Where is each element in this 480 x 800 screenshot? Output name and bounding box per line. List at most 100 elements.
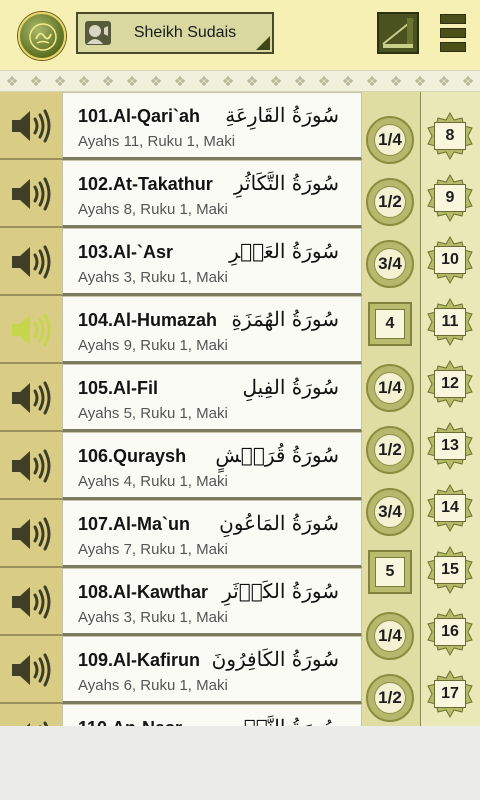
surah-title: 104.Al-Humazah [78, 310, 218, 330]
menu-icon[interactable] [440, 14, 466, 54]
hizb-label: 1/2 [374, 186, 406, 218]
juz-number: 17 [434, 680, 466, 708]
surah-title: 101.Al-Qari`ah [78, 106, 201, 126]
play-speaker-button[interactable] [0, 160, 62, 228]
juz-marker: 13 [424, 422, 476, 470]
juz-marker: 15 [424, 546, 476, 594]
hizb-marker: 5 [368, 550, 412, 594]
hizb-marker: 1/2 [366, 178, 414, 226]
pattern-ornament-icon: ❖ [437, 73, 451, 89]
pattern-ornament-icon: ❖ [245, 73, 259, 89]
play-speaker-button[interactable] [0, 228, 62, 296]
surah-card[interactable]: 109.Al-Kafirun Ayahs 6, Ruku 1, Maki سُورَ… [62, 636, 362, 704]
surah-card[interactable]: 105.Al-Fil Ayahs 5, Ruku 1, Maki سُورَةُ ا… [62, 364, 362, 432]
juz-marker: 9 [424, 174, 476, 222]
juz-marker: 17 [424, 670, 476, 718]
pattern-ornament-icon: ❖ [365, 73, 379, 89]
juz-number: 8 [434, 122, 466, 150]
pattern-ornament-icon: ❖ [125, 73, 139, 89]
surah-row[interactable]: 101.Al-Qari`ah Ayahs 11, Ruku 1, Maki سُور… [0, 92, 362, 160]
hizb-marker: 3/4 [366, 240, 414, 288]
surah-meta: Ayahs 3, Ruku 1, Maki [78, 609, 228, 626]
surah-row[interactable]: 110.An-Nasr سُورَةُ النَّصۡرِ [0, 704, 362, 726]
juz-marker: 14 [424, 484, 476, 532]
hizb-label: 3/4 [374, 496, 406, 528]
surah-arabic-name: سُورَةُ النَّصۡرِ [233, 715, 339, 726]
surah-meta: Ayahs 7, Ruku 1, Maki [78, 541, 228, 558]
surah-title: 106.Quraysh [78, 446, 187, 466]
surah-card[interactable]: 106.Quraysh Ayahs 4, Ruku 1, Maki سُورَةُ … [62, 432, 362, 500]
juz-number: 14 [434, 494, 466, 522]
pattern-ornament-icon: ❖ [389, 73, 403, 89]
pattern-ornament-icon: ❖ [101, 73, 115, 89]
play-speaker-button[interactable] [0, 364, 62, 432]
play-speaker-button[interactable] [0, 92, 62, 160]
surah-card[interactable]: 103.Al-`Asr Ayahs 3, Ruku 1, Maki سُورَةُ … [62, 228, 362, 296]
surah-arabic-name: سُورَةُ قُرَيۡشٍ [215, 443, 339, 467]
pattern-ornament-icon: ❖ [317, 73, 331, 89]
surah-card[interactable]: 108.Al-Kawthar Ayahs 3, Ruku 1, Maki سُورَ… [62, 568, 362, 636]
play-speaker-button[interactable] [0, 296, 62, 364]
juz-number: 10 [434, 246, 466, 274]
juz-number: 12 [434, 370, 466, 398]
pattern-ornament-icon: ❖ [413, 73, 427, 89]
surah-row[interactable]: 102.At-Takathur Ayahs 8, Ruku 1, Maki سُور… [0, 160, 362, 228]
bookmark-book-icon[interactable] [377, 12, 419, 54]
surah-card[interactable]: 101.Al-Qari`ah Ayahs 11, Ruku 1, Maki سُور… [62, 92, 362, 160]
pattern-ornament-icon: ❖ [197, 73, 211, 89]
speaker-icon [12, 109, 51, 143]
surah-row[interactable]: 107.Al-Ma`un Ayahs 7, Ruku 1, Maki سُورَةُ… [0, 500, 362, 568]
play-speaker-button[interactable] [0, 568, 62, 636]
speaker-icon [12, 177, 51, 211]
pattern-ornament-icon: ❖ [293, 73, 307, 89]
surah-meta: Ayahs 8, Ruku 1, Maki [78, 201, 228, 218]
speaker-icon [12, 245, 51, 279]
hizb-marker: 1/4 [366, 612, 414, 660]
surah-arabic-name: سُورَةُ الكَافِرُونَ [211, 647, 339, 671]
play-speaker-button[interactable] [0, 636, 62, 704]
hizb-label: 1/2 [374, 434, 406, 466]
hizb-marker: 4 [368, 302, 412, 346]
surah-card[interactable]: 102.At-Takathur Ayahs 8, Ruku 1, Maki سُور… [62, 160, 362, 228]
play-speaker-button[interactable] [0, 432, 62, 500]
reciter-selector[interactable]: Sheikh Sudais [76, 12, 274, 54]
hizb-marker: 1/4 [366, 364, 414, 412]
surah-arabic-name: سُورَةُ الهُمَزَةِ [231, 307, 339, 331]
pattern-ornament-icon: ❖ [53, 73, 67, 89]
play-speaker-button[interactable] [0, 500, 62, 568]
surah-row[interactable]: 108.Al-Kawthar Ayahs 3, Ruku 1, Maki سُورَ… [0, 568, 362, 636]
surah-meta: Ayahs 4, Ruku 1, Maki [78, 473, 228, 490]
pattern-ornament-icon: ❖ [269, 73, 283, 89]
speaker-icon [12, 585, 51, 619]
hizb-label: 4 [375, 309, 405, 339]
surah-arabic-name: سُورَةُ القَارِعَةِ [225, 103, 339, 127]
pattern-ornament-icon: ❖ [29, 73, 43, 89]
surah-title: 105.Al-Fil [78, 378, 159, 398]
surah-row[interactable]: 104.Al-Humazah Ayahs 9, Ruku 1, Maki سُورَ… [0, 296, 362, 364]
surah-arabic-name: سُورَةُ الفِيلِ [242, 375, 339, 399]
quran-logo-icon[interactable] [18, 12, 66, 60]
surah-list[interactable]: 101.Al-Qari`ah Ayahs 11, Ruku 1, Maki سُور… [0, 92, 480, 726]
surah-card[interactable]: 107.Al-Ma`un Ayahs 7, Ruku 1, Maki سُورَةُ… [62, 500, 362, 568]
play-speaker-button[interactable] [0, 704, 62, 726]
pattern-ornament-icon: ❖ [5, 73, 19, 89]
juz-marker: 8 [424, 112, 476, 160]
surah-title: 109.Al-Kafirun [78, 650, 201, 670]
juz-number: 16 [434, 618, 466, 646]
pattern-ornament-icon: ❖ [149, 73, 163, 89]
surah-arabic-name: سُورَةُ العَصۡرِ [229, 239, 339, 263]
juz-marker: 11 [424, 298, 476, 346]
surah-title: 103.Al-`Asr [78, 242, 174, 262]
pattern-ornament-icon: ❖ [221, 73, 235, 89]
surah-row[interactable]: 109.Al-Kafirun Ayahs 6, Ruku 1, Maki سُورَ… [0, 636, 362, 704]
surah-row[interactable]: 106.Quraysh Ayahs 4, Ruku 1, Maki سُورَةُ … [0, 432, 362, 500]
surah-card[interactable]: 104.Al-Humazah Ayahs 9, Ruku 1, Maki سُورَ… [62, 296, 362, 364]
surah-meta: Ayahs 3, Ruku 1, Maki [78, 269, 228, 286]
surah-title: 107.Al-Ma`un [78, 514, 191, 534]
surah-card[interactable]: 110.An-Nasr سُورَةُ النَّصۡرِ [62, 704, 362, 726]
hizb-marker: 1/2 [366, 674, 414, 722]
surah-row[interactable]: 105.Al-Fil Ayahs 5, Ruku 1, Maki سُورَةُ ا… [0, 364, 362, 432]
surah-row[interactable]: 103.Al-`Asr Ayahs 3, Ruku 1, Maki سُورَةُ … [0, 228, 362, 296]
surah-title: 110.An-Nasr [78, 718, 182, 726]
pattern-ornament-icon: ❖ [341, 73, 355, 89]
